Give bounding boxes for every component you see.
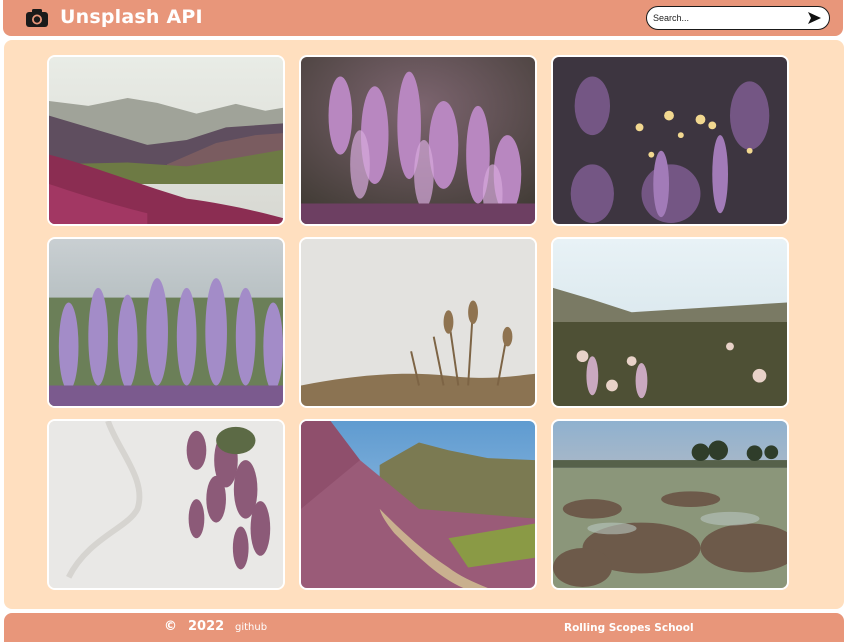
gallery-image-heather-closeup[interactable] xyxy=(299,55,537,226)
gallery-panel xyxy=(4,40,844,609)
rolling-scopes-school-link[interactable]: Rolling Scopes School xyxy=(564,622,694,634)
gallery-image-frosty-moorland[interactable] xyxy=(551,419,789,590)
app-footer: © 2022 github Rolling Scopes School xyxy=(4,613,844,642)
gallery-image-mountain-valley[interactable] xyxy=(47,55,285,226)
copyright-year: 2022 xyxy=(188,619,225,634)
gallery-image-heather-field[interactable] xyxy=(47,237,285,408)
github-link[interactable]: github xyxy=(235,622,267,633)
gallery-image-heather-bokeh[interactable] xyxy=(551,55,789,226)
gallery-image-heather-sprig[interactable] xyxy=(47,419,285,590)
copyright-symbol: © xyxy=(164,619,177,634)
app-title: Unsplash API xyxy=(60,6,203,28)
gallery-image-heather-sunrise[interactable] xyxy=(551,237,789,408)
gallery-image-dry-grass[interactable] xyxy=(299,237,537,408)
app-header: Unsplash API xyxy=(3,0,843,36)
camera-icon xyxy=(26,9,48,27)
send-arrow-icon[interactable] xyxy=(808,12,821,24)
search-input[interactable] xyxy=(653,10,803,26)
gallery-image-heather-trail[interactable] xyxy=(299,419,537,590)
search-box xyxy=(646,6,830,30)
